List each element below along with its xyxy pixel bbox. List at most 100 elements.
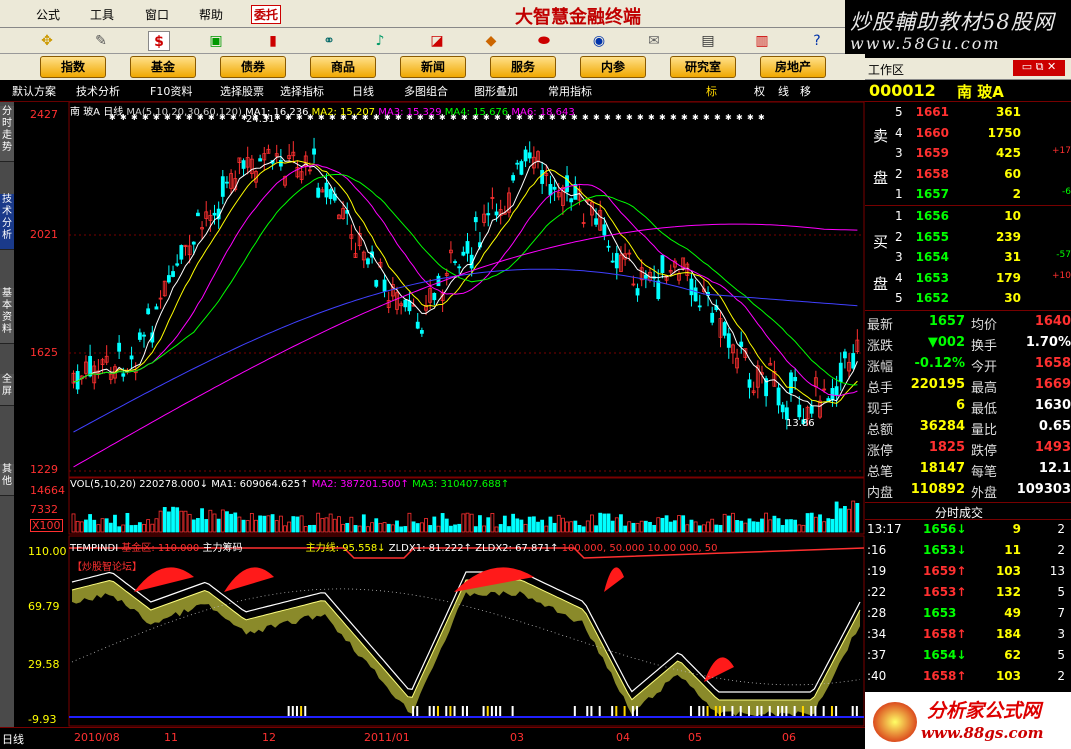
analysis-toolbar: 默认方案 技术分析 F10资料 选择股票 选择指标 日线 多图组合 图形叠加 常… [0, 80, 865, 102]
volume-bar [337, 516, 341, 533]
volume-bar [349, 516, 354, 533]
mail-icon[interactable]: ✉ [643, 31, 665, 51]
nav-service[interactable]: 服务 [490, 56, 556, 78]
menu-tools[interactable]: 工具 [90, 6, 114, 23]
volume-bar [473, 526, 478, 533]
candle-body [241, 160, 246, 169]
ind-fund: 基金区: 110.000 [121, 543, 200, 554]
signal-tick [615, 706, 618, 716]
buy-row[interactable]: 4 1653 179 +10 [895, 271, 1071, 291]
default-scheme[interactable]: 默认方案 [12, 83, 56, 99]
stat-label-2: 外盘 [971, 486, 998, 501]
stat-label-2: 跌停 [971, 444, 998, 459]
volume-bar [834, 501, 839, 533]
buy-row[interactable]: 2 1655 239 [895, 230, 1071, 250]
buy-row[interactable]: 3 1654 31 -57 [895, 250, 1071, 270]
nav-bond[interactable]: 债券 [220, 56, 286, 78]
select-indicator-button[interactable]: 选择指标 [280, 83, 324, 99]
price-panel-frame [68, 102, 865, 478]
volume-bar [117, 526, 122, 533]
sell-row[interactable]: 3 1659 425 +17 [895, 146, 1071, 166]
tab-fullscreen[interactable]: 全屏 [0, 374, 14, 406]
nav-index[interactable]: 指数 [40, 56, 106, 78]
candle-body [179, 245, 184, 260]
common-indicator-button[interactable]: 常用指标 [548, 83, 592, 99]
sell-row[interactable]: 2 1658 60 [895, 167, 1071, 187]
sell-row[interactable]: 5 1661 361 [895, 105, 1071, 125]
volume-bar [191, 519, 196, 533]
xtick-7: 06 [782, 731, 796, 744]
nav-commodity[interactable]: 商品 [310, 56, 376, 78]
help-icon[interactable]: ? [806, 31, 828, 51]
period-selector[interactable]: 日线 [2, 731, 24, 747]
nav-fund[interactable]: 基金 [130, 56, 196, 78]
sell-row[interactable]: 4 1660 1750 [895, 126, 1071, 146]
signal-tick [714, 706, 717, 716]
volume-bar [830, 518, 835, 533]
tab-fundamental[interactable]: 基本资料 [0, 288, 14, 344]
candle-body [693, 287, 698, 302]
nav-news[interactable]: 新闻 [400, 56, 466, 78]
daily-button[interactable]: 日线 [352, 83, 374, 99]
ticks-list[interactable]: 13:17 1656↓ 9 2:16 1653↓ 11 2:19 1659↑ 103 13:22 1… [865, 522, 1071, 692]
menu-help[interactable]: 帮助 [199, 6, 223, 23]
flag-icon[interactable]: ▣ [205, 31, 227, 51]
sell-row[interactable]: 1 1657 2 -6 [895, 187, 1071, 207]
rights-button[interactable]: 权 [754, 83, 765, 99]
signal-tick [304, 706, 307, 716]
candle-body [780, 404, 785, 413]
window-controls[interactable]: ▭ ⧉ ✕ [1013, 60, 1065, 76]
menu-formula[interactable]: 公式 [36, 6, 60, 23]
move-icon[interactable]: ✥ [36, 31, 58, 51]
ruler-icon[interactable]: ✎ [90, 31, 112, 51]
volume-bar [531, 516, 536, 533]
candle-body [689, 278, 694, 296]
f10-button[interactable]: F10资料 [150, 83, 192, 99]
binoculars-icon[interactable]: ⚭ [318, 31, 340, 51]
nav-realestate[interactable]: 房地产 [760, 56, 826, 78]
overlay-button[interactable]: 图形叠加 [474, 83, 518, 99]
nav-insider[interactable]: 内参 [580, 56, 646, 78]
volume-bar [602, 513, 607, 533]
stat-row: 最新 1657 均价 1640 [865, 314, 1071, 334]
menu-window[interactable]: 窗口 [145, 6, 169, 23]
pill-icon[interactable]: ⬬ [533, 31, 555, 51]
menu-trade[interactable]: 委托 [251, 5, 282, 24]
watermark-bottom: 分析家公式网 www.88gs.com [865, 692, 1071, 749]
buy-row[interactable]: 5 1652 30 [895, 291, 1071, 311]
move-button[interactable]: 移 [800, 83, 811, 99]
tab-technical[interactable]: 技术分析 [0, 194, 14, 250]
tech-analysis-button[interactable]: 技术分析 [76, 83, 120, 99]
tab-other[interactable]: 其他 [0, 464, 14, 496]
vol-ma3: MA3: 310407.688↑ [412, 479, 510, 490]
buy-price: 1654 [915, 250, 949, 264]
chart-icon[interactable]: ◪ [426, 31, 448, 51]
stat-value: 1825 [928, 440, 965, 455]
mark-button[interactable]: 标 [706, 83, 717, 99]
volume-bar [449, 525, 453, 533]
tick-volume: 103 [995, 564, 1021, 578]
multi-chart-button[interactable]: 多图组合 [404, 83, 448, 99]
diamond-icon[interactable]: ◆ [480, 31, 502, 51]
dollar-icon[interactable]: $ [148, 31, 170, 51]
line-button[interactable]: 线 [778, 83, 789, 99]
ma-params: MA(5,10,20,30,60,120) [126, 107, 242, 118]
tab-intraday[interactable]: 分时走势 [0, 106, 14, 162]
bars-icon[interactable]: ▮ [262, 31, 284, 51]
signal-tick [781, 706, 784, 716]
side-tabs: 分时走势 技术分析 基本资料 全屏 其他 [0, 102, 14, 727]
volume-bar [697, 525, 702, 533]
bell-icon[interactable]: ♪ [369, 31, 391, 51]
kline-chart[interactable]: ✱ ✱ ✱ ✱ ✱ ✱ ✱ ✱ ✱ ✱ ✱ ✱ ✱ ✱ ✱ ✱ ✱ ✱ ✱ ✱ ✱ ✱ ✱ ✱ ✱ ✱ ✱ ✱ ✱ ✱ ✱ ✱ ✱ ✱ ✱ ✱ ✱ ✱ ✱ ✱… [14, 102, 865, 727]
select-stock-button[interactable]: 选择股票 [220, 83, 264, 99]
buy-level: 5 [895, 291, 903, 305]
volume-bar [374, 518, 379, 533]
books-icon[interactable]: ▥ [751, 31, 773, 51]
nav-research[interactable]: 研究室 [670, 56, 736, 78]
buy-row[interactable]: 1 1656 10 [895, 209, 1071, 229]
volume-bar [594, 525, 598, 533]
signal-tick [590, 706, 593, 716]
signal-tick [573, 706, 576, 716]
window-icon[interactable]: ▤ [697, 31, 719, 51]
globe-icon[interactable]: ◉ [588, 31, 610, 51]
